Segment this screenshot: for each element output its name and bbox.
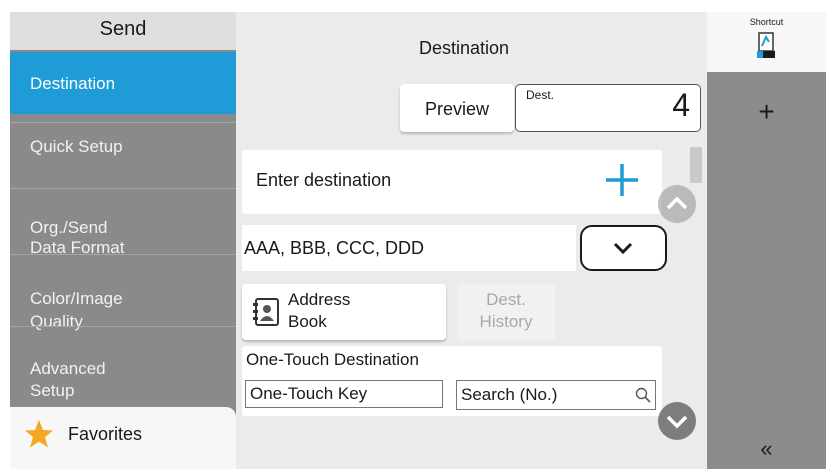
right-panel: Shortcut + «: [707, 12, 826, 469]
shortcut-button[interactable]: Shortcut: [707, 12, 826, 72]
destination-value: AAA, BBB, CCC, DDD: [244, 238, 425, 258]
dest-history-label: Dest. History: [479, 290, 533, 331]
one-touch-key-button[interactable]: One-Touch Key: [245, 380, 443, 408]
destination-count: 4: [672, 87, 690, 123]
address-book-label: Address Book: [288, 290, 351, 331]
sidebar-item-label: Org./Send Data Format: [30, 218, 125, 257]
sidebar-item-destination[interactable]: Destination: [10, 52, 236, 114]
divider: [10, 122, 236, 123]
dest-history-button[interactable]: Dest. History: [457, 284, 555, 340]
search-number-label: Search (No.): [461, 385, 558, 404]
collapse-panel-button[interactable]: «: [707, 436, 826, 462]
divider: [10, 254, 236, 255]
one-touch-destination-panel: One-Touch Destination One-Touch Key Sear…: [242, 346, 662, 416]
divider: [10, 188, 236, 189]
scroll-down-button[interactable]: [657, 401, 697, 441]
send-header: Send: [10, 12, 236, 50]
favorites-label: Favorites: [68, 424, 143, 444]
sidebar-item-label: Quick Setup: [30, 137, 123, 156]
scroll-up-button[interactable]: [657, 184, 697, 224]
sidebar-item-advanced-setup[interactable]: Advanced Setup: [10, 336, 236, 400]
enter-destination-label: Enter destination: [256, 170, 392, 190]
sidebar-item-org-send-data-format[interactable]: Org./Send Data Format: [10, 198, 236, 257]
sidebar-item-label: Color/Image Quality: [30, 289, 123, 331]
one-touch-title: One-Touch Destination: [246, 350, 419, 369]
divider: [10, 326, 236, 327]
shortcut-label: Shortcut: [749, 17, 784, 27]
dest-label: Dest.: [526, 88, 555, 102]
destination-list-item[interactable]: AAA, BBB, CCC, DDD: [242, 225, 576, 271]
search-number-button[interactable]: Search (No.): [456, 380, 656, 410]
sidebar-item-color-image-quality[interactable]: Color/Image Quality: [10, 264, 236, 331]
address-book-icon: [253, 298, 279, 326]
page-title: Destination: [418, 38, 510, 58]
enter-destination-button[interactable]: Enter destination: [242, 150, 662, 214]
sidebar-item-quick-setup[interactable]: Quick Setup: [10, 136, 236, 176]
shortcut-document-icon: [757, 32, 775, 58]
favorites-button[interactable]: Favorites: [10, 407, 236, 469]
add-shortcut-button[interactable]: +: [707, 98, 826, 126]
chevron-down-icon: [613, 242, 633, 255]
sidebar-item-label: Destination: [30, 73, 116, 93]
destination-count-box[interactable]: Dest. 4: [515, 84, 701, 132]
expand-destination-button[interactable]: [580, 225, 667, 271]
preview-button[interactable]: Preview: [400, 84, 514, 132]
star-icon: [25, 420, 53, 448]
send-screen: Send Destination Quick Setup Org./Send D…: [10, 12, 826, 469]
sidebar-item-label: Advanced Setup: [30, 359, 106, 400]
address-book-button[interactable]: Address Book: [242, 284, 446, 340]
plus-icon: [606, 164, 638, 196]
sidebar: Send Destination Quick Setup Org./Send D…: [10, 12, 236, 469]
search-icon: [635, 387, 651, 403]
scrollbar-thumb[interactable]: [690, 147, 702, 183]
